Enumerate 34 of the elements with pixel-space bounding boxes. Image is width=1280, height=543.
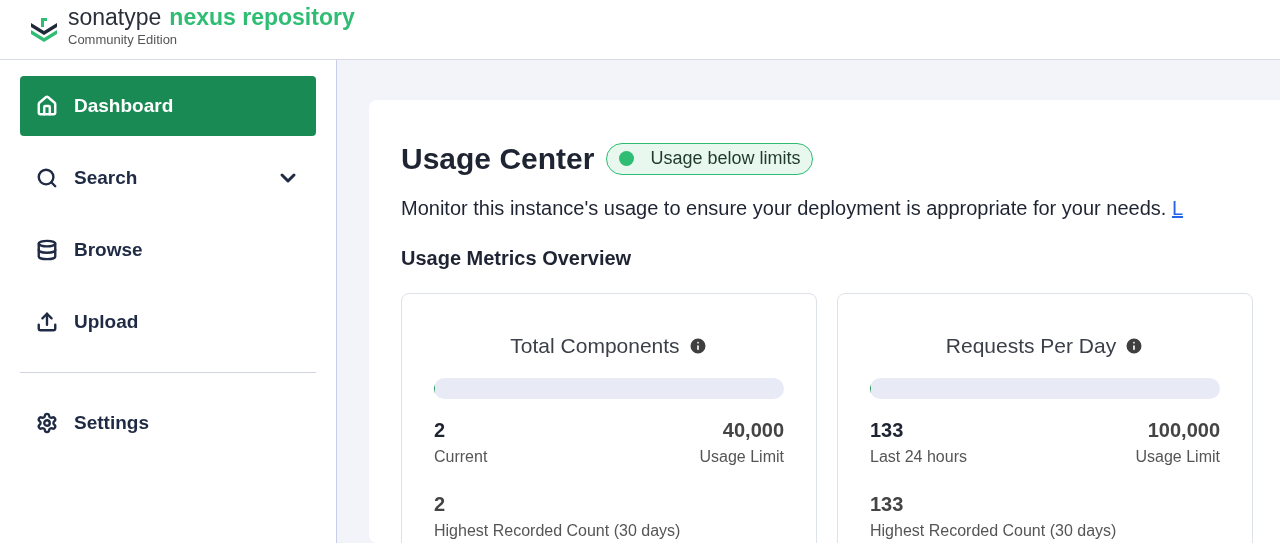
sidebar-item[interactable]: Settings <box>20 393 316 453</box>
metric-title: Requests Per Day <box>945 333 1117 359</box>
learn-link[interactable]: L <box>1171 197 1184 219</box>
description-text: Monitor this instance's usage to ensure your deployment is appropriate for your needs. <box>401 197 1167 219</box>
upload-icon <box>36 311 58 333</box>
current-value: 133 <box>870 417 905 443</box>
section-title: Usage Metrics Overview <box>401 246 633 271</box>
settings-icon <box>36 412 58 434</box>
database-icon <box>36 239 58 261</box>
highest-value: 133 <box>870 491 905 517</box>
limit-label: Usage Limit <box>699 446 784 467</box>
sidebar-item[interactable]: Upload <box>20 292 316 352</box>
sidebar-item[interactable]: Dashboard <box>20 76 316 136</box>
info-icon[interactable] <box>1124 335 1145 356</box>
info-icon[interactable] <box>687 335 708 356</box>
page-title: Usage Center <box>401 141 595 177</box>
highest-value: 2 <box>434 491 447 517</box>
sidebar-item[interactable]: Search <box>20 148 316 208</box>
highest-label: Highest Recorded Count (30 days) <box>434 520 682 541</box>
current-label: Last 24 hours <box>870 446 967 467</box>
current-label: Current <box>434 446 488 467</box>
search-icon <box>36 167 58 189</box>
current-value: 2 <box>434 417 447 443</box>
metric-title: Total Components <box>510 333 680 359</box>
limit-value: 100,000 <box>1147 417 1220 443</box>
brand-name: sonatype <box>68 5 162 29</box>
product-name: nexus repository <box>169 5 355 29</box>
sidebar-item[interactable]: Browse <box>20 220 316 280</box>
highest-label: Highest Recorded Count (30 days) <box>870 520 1118 541</box>
limit-value: 40,000 <box>722 417 784 443</box>
edition-label: Community Edition <box>68 32 179 46</box>
home-icon <box>36 95 58 117</box>
status-badge: Usage below limits <box>606 142 814 175</box>
limit-label: Usage Limit <box>1135 446 1220 467</box>
